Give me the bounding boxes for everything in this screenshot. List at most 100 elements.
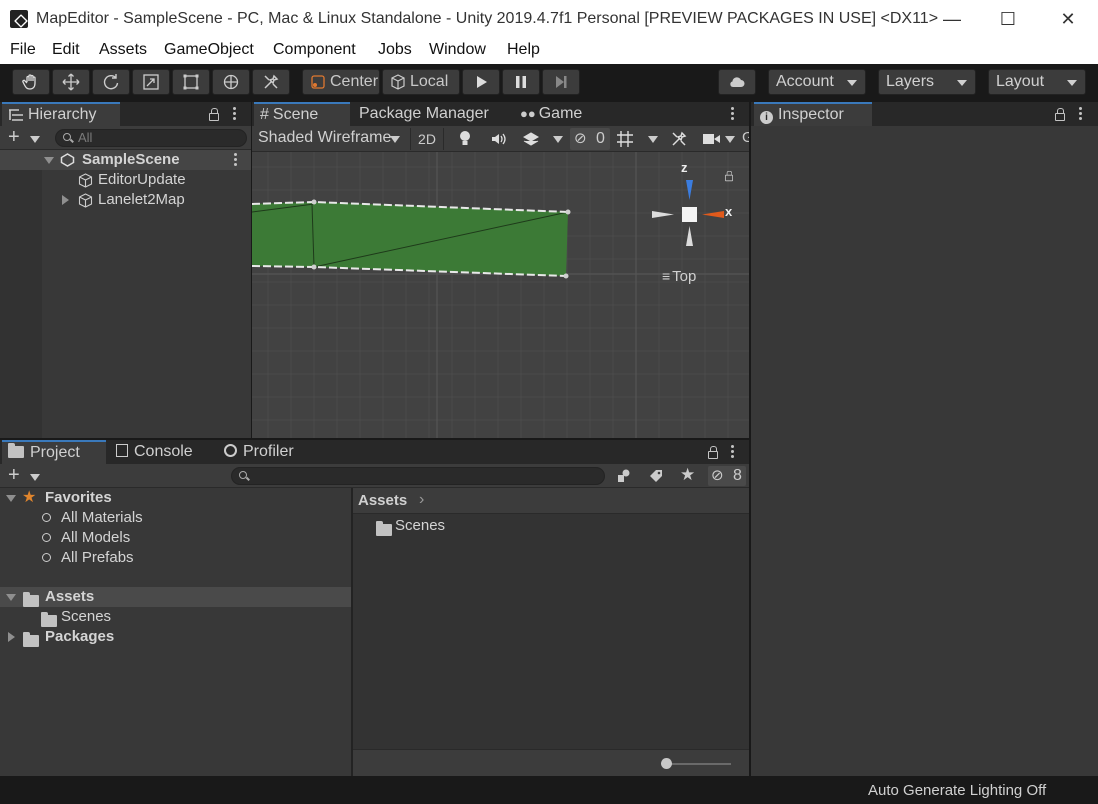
lock-icon[interactable] (725, 170, 733, 182)
expand-arrow-icon[interactable] (6, 594, 16, 601)
chevron-down-icon[interactable] (553, 136, 563, 143)
kebab-menu-icon[interactable] (1079, 107, 1083, 121)
menu-help[interactable]: Help (507, 41, 540, 59)
tab-project[interactable]: Project (2, 440, 106, 464)
transform-tool-button[interactable] (212, 69, 250, 95)
tab-scene[interactable]: # Scene (254, 102, 350, 126)
hidden-objects-toggle[interactable]: ⊘ 0 (570, 128, 610, 150)
audio-speaker-icon[interactable] (490, 132, 508, 146)
favorite-item[interactable]: All Materials (0, 508, 351, 528)
assets-folder-label: Assets (45, 588, 95, 605)
gamepad-icon: ●● (520, 106, 536, 121)
profiler-tab-label: Profiler (243, 443, 294, 460)
lighting-status-text[interactable]: Auto Generate Lighting Off (868, 782, 1046, 799)
pause-button[interactable] (502, 69, 540, 95)
grid-icon[interactable] (616, 130, 634, 148)
tab-profiler[interactable]: Profiler (218, 440, 302, 464)
menu-component[interactable]: Component (273, 41, 356, 59)
icon-size-slider-handle[interactable] (661, 758, 672, 769)
project-toolbar: + ★ ⊘ 8 (0, 464, 749, 488)
hierarchy-search-input[interactable]: All (55, 129, 247, 147)
play-button[interactable] (462, 69, 500, 95)
close-button[interactable]: ✕ (1040, 0, 1096, 38)
menu-file[interactable]: File (10, 41, 36, 59)
gizmos-dropdown[interactable]: G (742, 129, 749, 146)
expand-arrow-icon[interactable] (6, 495, 16, 502)
lock-icon[interactable] (209, 108, 219, 121)
tab-console[interactable]: Console (110, 440, 201, 464)
favorite-item[interactable]: All Prefabs (0, 548, 351, 568)
menu-jobs[interactable]: Jobs (378, 41, 412, 59)
tab-hierarchy[interactable]: Hierarchy (2, 102, 120, 126)
tab-inspector[interactable]: i Inspector (754, 102, 872, 126)
hand-tool-button[interactable] (12, 69, 50, 95)
chevron-down-icon[interactable] (30, 136, 40, 143)
icon-size-slider-track[interactable] (665, 763, 731, 765)
add-icon[interactable]: + (8, 127, 20, 147)
view-projection-label[interactable]: ≡ Top (662, 268, 696, 285)
hidden-packages-toggle[interactable]: ⊘ 8 (708, 466, 746, 486)
hierarchy-item[interactable]: Lanelet2Map (0, 190, 251, 210)
scene-grid-icon: # (260, 106, 269, 123)
console-tab-label: Console (134, 443, 193, 460)
rect-icon (183, 74, 199, 90)
project-search-input[interactable] (231, 467, 605, 485)
packages-folder-row[interactable]: Packages (0, 627, 351, 647)
favorite-star-icon[interactable]: ★ (680, 465, 695, 485)
assets-folder-row[interactable]: Assets (0, 587, 351, 607)
layout-dropdown[interactable]: Layout (988, 69, 1086, 95)
toggle-2d-button[interactable]: 2D (410, 128, 444, 150)
chevron-down-icon[interactable] (30, 474, 40, 481)
move-tool-button[interactable] (52, 69, 90, 95)
tools-icon[interactable] (670, 130, 688, 148)
expand-arrow-icon[interactable] (62, 195, 69, 205)
chevron-down-icon[interactable] (390, 136, 400, 143)
scene-viewport[interactable]: z x ≡ Top (252, 152, 749, 438)
scenes-folder-label: Scenes (61, 608, 112, 625)
step-button[interactable] (542, 69, 580, 95)
lock-icon[interactable] (1055, 108, 1065, 121)
chevron-down-icon[interactable] (648, 136, 658, 143)
custom-tool-button[interactable] (252, 69, 290, 95)
account-dropdown[interactable]: Account (768, 69, 866, 95)
rotate-tool-button[interactable] (92, 69, 130, 95)
scenes-folder-row[interactable]: Scenes (0, 607, 351, 627)
scale-tool-button[interactable] (132, 69, 170, 95)
shading-mode-dropdown[interactable]: Shaded Wireframe (258, 129, 396, 149)
pivot-local-toggle[interactable]: Local (382, 69, 460, 95)
lock-icon[interactable] (708, 446, 718, 459)
kebab-menu-icon[interactable] (731, 107, 735, 121)
favorite-item[interactable]: All Models (0, 528, 351, 548)
orientation-gizmo[interactable]: z x (644, 160, 738, 260)
filter-by-label-icon[interactable] (648, 468, 664, 484)
effects-layers-icon[interactable] (522, 131, 540, 147)
add-icon[interactable]: + (8, 465, 20, 485)
tab-game[interactable]: ●● Game (514, 102, 590, 126)
scene-row[interactable]: SampleScene (0, 150, 251, 170)
chevron-down-icon[interactable] (725, 136, 735, 143)
tab-package-manager[interactable]: Package Manager (353, 102, 497, 126)
expand-arrow-icon[interactable] (8, 632, 15, 642)
menu-assets[interactable]: Assets (99, 41, 147, 59)
lighting-bulb-icon[interactable] (458, 130, 472, 148)
hierarchy-item[interactable]: EditorUpdate (0, 170, 251, 190)
pivot-center-toggle[interactable]: Center (302, 69, 380, 95)
layers-dropdown[interactable]: Layers (878, 69, 976, 95)
filter-by-type-icon[interactable] (616, 468, 632, 484)
rect-tool-button[interactable] (172, 69, 210, 95)
scene-tab-label: Scene (272, 106, 319, 123)
kebab-menu-icon[interactable] (234, 153, 238, 167)
camera-icon[interactable] (702, 132, 722, 146)
minimize-button[interactable]: — (924, 0, 980, 38)
kebab-menu-icon[interactable] (233, 107, 237, 121)
menu-window[interactable]: Window (429, 41, 486, 59)
expand-arrow-icon[interactable] (44, 157, 54, 164)
maximize-button[interactable]: ☐ (980, 0, 1036, 38)
collab-cloud-button[interactable] (718, 69, 756, 95)
breadcrumb-assets[interactable]: Assets (358, 492, 407, 509)
menu-gameobject[interactable]: GameObject (164, 41, 254, 59)
menu-edit[interactable]: Edit (52, 41, 80, 59)
folder-content-item[interactable]: Scenes (353, 516, 749, 536)
kebab-menu-icon[interactable] (731, 445, 735, 459)
favorites-row[interactable]: ★ Favorites (0, 488, 351, 508)
